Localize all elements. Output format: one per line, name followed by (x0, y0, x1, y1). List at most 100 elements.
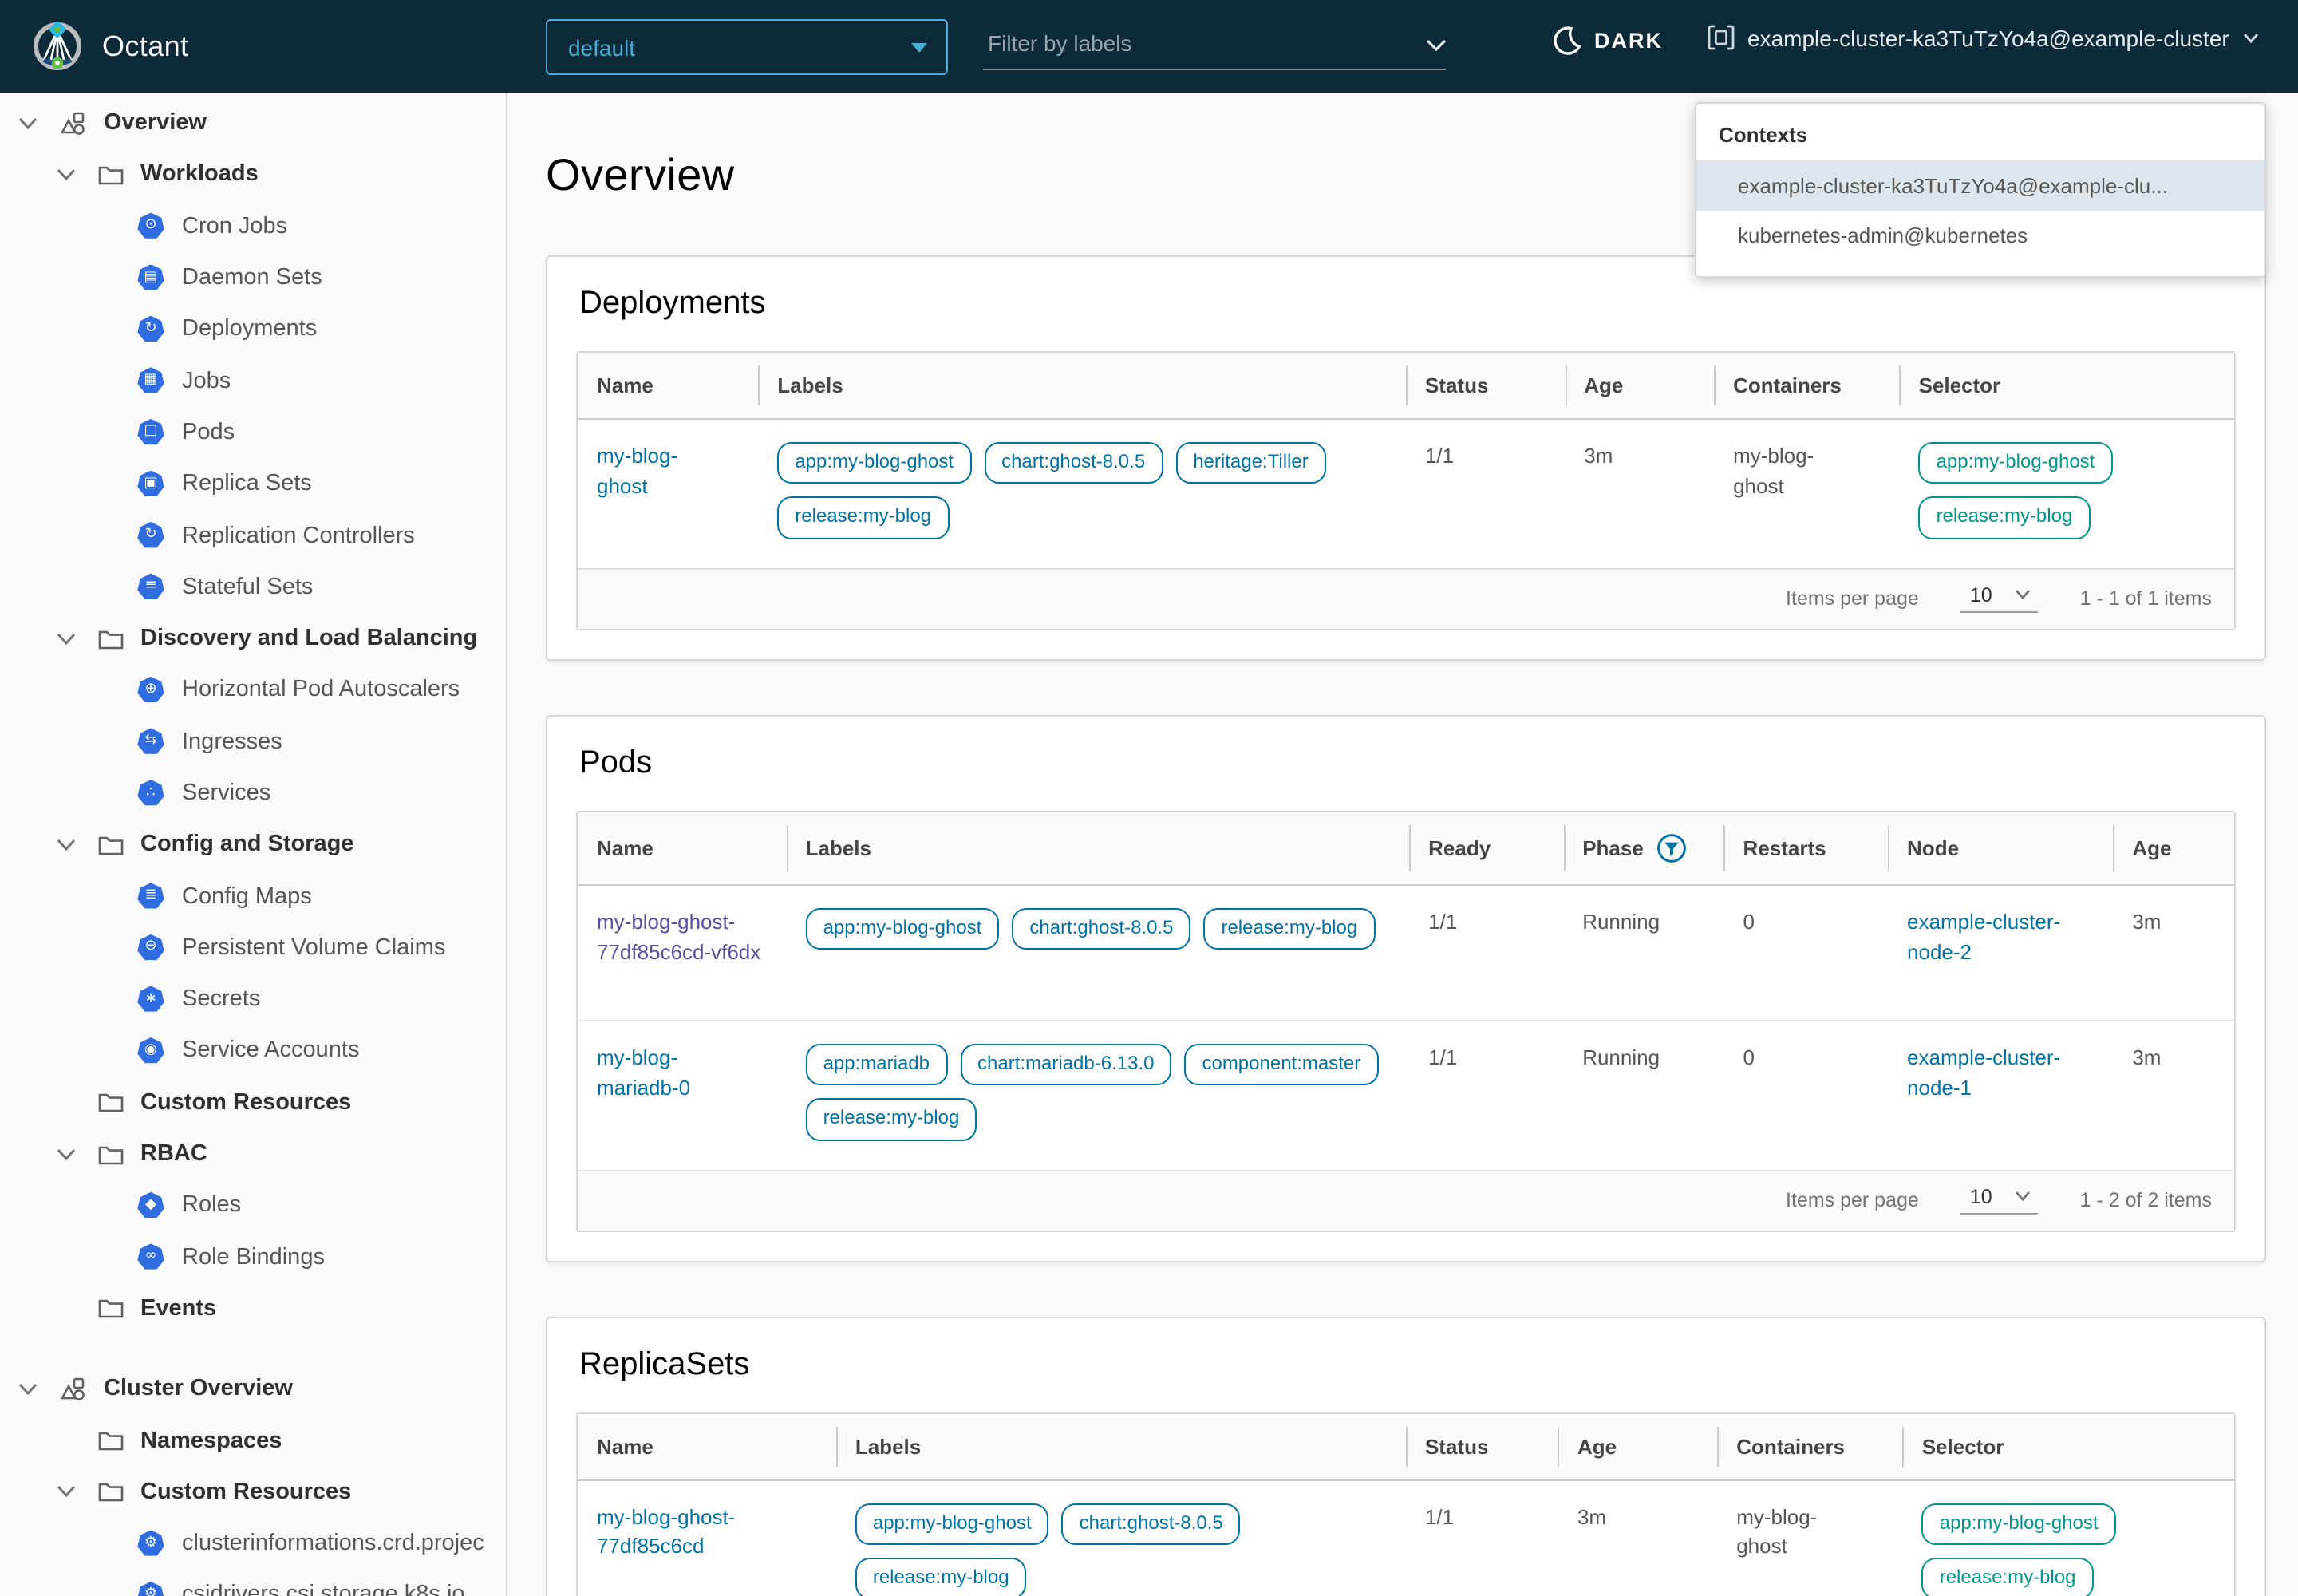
deployments-pagination: Items per page 10 1 - 1 of 1 items (578, 570, 2234, 629)
sidebar-item-csidrivers[interactable]: csidrivers.csi.storage.k8s.io (0, 1570, 506, 1596)
sidebar-item-label: Deployments (182, 317, 317, 342)
pagination-range: 1 - 2 of 2 items (2080, 1188, 2212, 1211)
sidebar-item-horizontal-pod-autoscalers[interactable]: Horizontal Pod Autoscalers (0, 665, 506, 717)
selector-tag[interactable]: release:my-blog (1922, 1558, 2094, 1596)
sidebar-item-discovery-and-load-balancing[interactable]: Discovery and Load Balancing (0, 613, 506, 665)
chevron-down-icon[interactable] (54, 838, 77, 852)
selector-cell: app:my-blog-ghost release:my-blog (1900, 420, 2234, 568)
sidebar-item-cluster-overview[interactable]: Cluster Overview (0, 1363, 506, 1415)
sidebar-item-config-and-storage[interactable]: Config and Storage (0, 819, 506, 871)
label-tag[interactable]: app:mariadb (806, 1044, 947, 1086)
sidebar-item-label: Cron Jobs (182, 213, 287, 239)
pod-link[interactable]: my-blog-mariadb-0 (597, 1044, 718, 1104)
page-size-value: 10 (1970, 1185, 1992, 1207)
sidebar-item-config-maps[interactable]: Config Maps (0, 871, 506, 922)
folder-icon (97, 626, 124, 650)
column-header-name: Name (578, 812, 787, 884)
label-tag[interactable]: heritage:Tiller (1175, 442, 1326, 484)
label-tag[interactable]: app:my-blog-ghost (855, 1503, 1049, 1545)
sidebar-item-clusterinformations[interactable]: clusterinformations.crd.projec (0, 1518, 506, 1570)
pods-title: Pods (579, 745, 2236, 782)
column-header-status: Status (1406, 353, 1565, 418)
label-tag[interactable]: component:master (1184, 1044, 1378, 1086)
column-header-phase: Phase (1563, 812, 1724, 884)
chevron-down-icon[interactable] (16, 1382, 38, 1396)
theme-toggle-button[interactable]: DARK (1554, 26, 1663, 56)
sidebar-item-events[interactable]: Events (0, 1283, 506, 1335)
deployment-icon (137, 316, 164, 343)
chevron-down-icon[interactable] (54, 1147, 77, 1161)
label-tag[interactable]: app:my-blog-ghost (777, 442, 971, 484)
pods-card: Pods Name Labels Ready Phase Restarts No… (546, 715, 2266, 1262)
sidebar-item-label: Roles (182, 1193, 241, 1219)
sidebar-item-overview[interactable]: Overview (0, 97, 506, 149)
sidebar-item-pods[interactable]: Pods (0, 407, 506, 459)
replicasets-card: ReplicaSets Name Labels Status Age Conta… (546, 1316, 2266, 1596)
sidebar-item-label: clusterinformations.crd.projec (182, 1531, 484, 1556)
replicaset-link[interactable]: my-blog-ghost-77df85c6cd (597, 1503, 769, 1562)
sidebar-item-rbac[interactable]: RBAC (0, 1128, 506, 1180)
sidebar-item-secrets[interactable]: Secrets (0, 974, 506, 1025)
deployment-link[interactable]: my-blog-ghost (597, 442, 718, 502)
chevron-down-icon[interactable] (16, 116, 38, 130)
sidebar-item-custom-resources-cluster[interactable]: Custom Resources (0, 1466, 506, 1518)
node-link[interactable]: example-cluster-node-2 (1907, 908, 2079, 968)
namespace-dropdown[interactable]: default (546, 19, 948, 75)
label-tag[interactable]: release:my-blog (855, 1558, 1027, 1596)
pods-table: Name Labels Ready Phase Restarts Node Ag… (576, 811, 2236, 1232)
page-size-select[interactable]: 10 (1960, 1185, 2039, 1214)
filter-chevron-down-icon[interactable] (1425, 38, 1447, 53)
replicasets-title: ReplicaSets (579, 1346, 2236, 1383)
context-selector-button[interactable]: example-cluster-ka3TuTzYo4a@example-clus… (1708, 24, 2260, 51)
label-filter-input[interactable] (983, 26, 1446, 70)
selector-tag[interactable]: app:my-blog-ghost (1922, 1503, 2116, 1545)
context-menu-item[interactable]: example-cluster-ka3TuTzYo4a@example-clu.… (1696, 161, 2264, 211)
context-menu-item[interactable]: kubernetes-admin@kubernetes (1696, 211, 2264, 260)
sidebar-item-cron-jobs[interactable]: Cron Jobs (0, 200, 506, 252)
chevron-down-icon[interactable] (54, 1485, 77, 1499)
label-tag[interactable]: chart:ghost-8.0.5 (984, 442, 1163, 484)
chevron-down-icon (2015, 590, 2032, 601)
sidebar-item-custom-resources[interactable]: Custom Resources (0, 1077, 506, 1128)
label-tag[interactable]: release:my-blog (777, 497, 949, 539)
chevron-down-icon[interactable] (54, 631, 77, 646)
deployments-table-header: Name Labels Status Age Containers Select… (578, 353, 2234, 420)
page-size-value: 10 (1970, 584, 1992, 606)
status-cell: 1/1 (1406, 1480, 1558, 1596)
selector-tag[interactable]: release:my-blog (1919, 497, 2091, 539)
pod-link[interactable]: my-blog-ghost-77df85c6cd-vf6dx (597, 908, 771, 968)
sidebar-item-replication-controllers[interactable]: Replication Controllers (0, 510, 506, 562)
label-tag[interactable]: chart:mariadb-6.13.0 (960, 1044, 1171, 1086)
selector-tag[interactable]: app:my-blog-ghost (1919, 442, 2113, 484)
sidebar-item-workloads[interactable]: Workloads (0, 149, 506, 201)
sidebar-item-label: RBAC (140, 1141, 207, 1167)
sidebar-item-ingresses[interactable]: Ingresses (0, 716, 506, 768)
sidebar-item-services[interactable]: Services (0, 768, 506, 820)
pods-table-header: Name Labels Ready Phase Restarts Node Ag… (578, 812, 2234, 886)
sidebar-item-jobs[interactable]: Jobs (0, 355, 506, 407)
filter-funnel-icon[interactable] (1656, 833, 1687, 863)
sidebar-item-stateful-sets[interactable]: Stateful Sets (0, 561, 506, 613)
namespace-value: default (568, 34, 635, 60)
age-cell: 3m (2113, 886, 2234, 1020)
sidebar-item-deployments[interactable]: Deployments (0, 303, 506, 355)
label-tag[interactable]: release:my-blog (806, 1098, 977, 1140)
sidebar-item-label: Horizontal Pod Autoscalers (182, 678, 460, 703)
items-per-page-label: Items per page (1786, 1188, 1919, 1211)
sidebar-item-role-bindings[interactable]: Role Bindings (0, 1231, 506, 1283)
label-tag[interactable]: chart:ghost-8.0.5 (1062, 1503, 1241, 1545)
name-cell: my-blog-ghost (578, 420, 758, 568)
sidebar-item-daemon-sets[interactable]: Daemon Sets (0, 252, 506, 304)
sidebar-item-roles[interactable]: Roles (0, 1179, 506, 1231)
sidebar-item-replica-sets[interactable]: Replica Sets (0, 458, 506, 510)
page-size-select[interactable]: 10 (1960, 584, 2039, 613)
chevron-down-icon[interactable] (54, 168, 77, 182)
label-tag[interactable]: app:my-blog-ghost (806, 908, 1000, 950)
sidebar-item-service-accounts[interactable]: Service Accounts (0, 1025, 506, 1077)
sidebar-item-namespaces[interactable]: Namespaces (0, 1415, 506, 1467)
sidebar-item-persistent-volume-claims[interactable]: Persistent Volume Claims (0, 922, 506, 974)
node-link[interactable]: example-cluster-node-1 (1907, 1044, 2079, 1104)
label-tag[interactable]: chart:ghost-8.0.5 (1012, 908, 1190, 950)
sidebar-item-label: Cluster Overview (104, 1377, 293, 1402)
label-tag[interactable]: release:my-blog (1203, 908, 1375, 950)
